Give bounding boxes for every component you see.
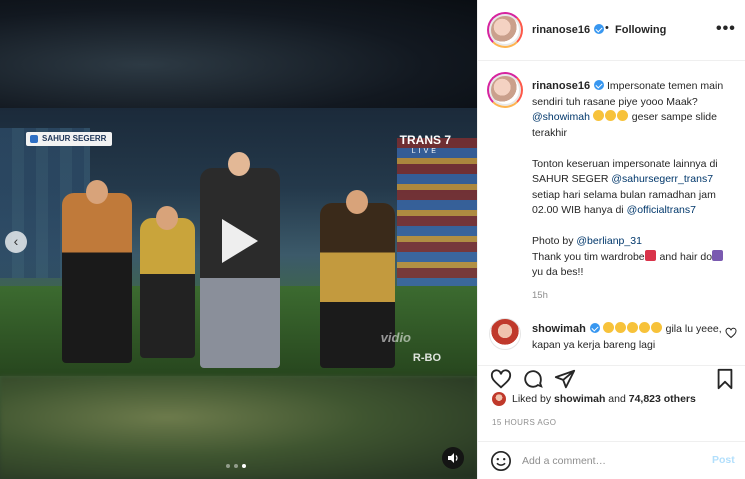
mention-link[interactable]: @sahursegerr_trans7 — [611, 173, 713, 185]
comments-section[interactable]: rinanose16 Impersonate temen main sendir… — [478, 62, 745, 365]
chevron-left-icon[interactable]: ‹ — [5, 231, 27, 253]
add-comment-bar: Post — [478, 441, 745, 479]
mention-link[interactable]: @officialtrans7 — [627, 204, 696, 216]
like-comment-icon[interactable] — [725, 327, 737, 339]
channel-live-text: LIVE — [411, 148, 439, 155]
watermark-2: R-BO — [412, 352, 441, 364]
post-username-text[interactable]: rinanose16 — [532, 24, 590, 36]
rofl-emoji-icon — [626, 322, 638, 333]
caption-avatar[interactable] — [487, 72, 523, 108]
commenter-username[interactable]: showimah — [532, 323, 586, 335]
liker-username[interactable]: showimah — [554, 393, 605, 405]
singer-figure — [200, 168, 280, 368]
emoji-icon[interactable] — [490, 450, 512, 472]
carousel-dots — [226, 464, 246, 468]
post-username[interactable]: rinanose16 — [532, 24, 605, 36]
bookmark-icon[interactable] — [714, 368, 736, 390]
watermark: vidio — [380, 330, 411, 345]
verified-icon — [589, 323, 600, 333]
verified-icon — [594, 24, 605, 34]
post-button[interactable]: Post — [712, 454, 735, 466]
rofl-emoji-icon — [592, 110, 604, 121]
rofl-emoji-icon — [650, 322, 662, 333]
rofl-emoji-icon — [616, 110, 628, 121]
dancer-figure — [62, 193, 132, 363]
following-button[interactable]: Following — [615, 24, 666, 36]
dancer-head — [156, 206, 178, 230]
rofl-emoji-icon — [614, 322, 626, 333]
carousel-dot — [226, 464, 230, 468]
blurred-background-top — [0, 0, 477, 108]
rofl-emoji-icon — [638, 322, 650, 333]
post-caption: rinanose16 Impersonate temen main sendir… — [532, 79, 732, 296]
caption-age[interactable]: 15h — [532, 290, 548, 301]
rofl-emoji-icon — [604, 110, 616, 121]
dancer-head — [86, 180, 108, 204]
commenter-avatar[interactable] — [489, 318, 521, 350]
post-sidebar: rinanose16 • Following ••• rinanose16 Im… — [477, 0, 745, 479]
avatar[interactable] — [487, 12, 523, 48]
caption-username[interactable]: rinanose16 — [532, 80, 590, 92]
separator-dot: • — [605, 22, 609, 34]
channel-logo: TRANS 7 LIVE — [400, 134, 451, 158]
caption-paragraph: Photo by @berlianp_31 Thank you tim wardr… — [532, 234, 732, 281]
heart-icon[interactable] — [490, 368, 512, 390]
verified-icon — [594, 80, 605, 90]
liker-avatar[interactable] — [492, 392, 506, 406]
share-icon[interactable] — [554, 368, 576, 390]
singer-head — [228, 152, 250, 176]
caption-text: Thank you tim wardrobe — [532, 250, 645, 263]
comment-icon[interactable] — [522, 368, 544, 390]
caption-paragraph: rinanose16 Impersonate temen main sendir… — [532, 79, 732, 141]
dress-emoji-icon — [644, 249, 656, 261]
caption-text: yu da bes!! — [532, 266, 584, 278]
caption-text: Photo by — [532, 235, 577, 247]
likes-middle: and — [605, 393, 629, 405]
post-header: rinanose16 • Following ••• — [478, 0, 745, 61]
comment-text: showimah gila lu yeee, kapan ya kerja ba… — [532, 322, 722, 353]
likes-count[interactable]: 74,823 others — [629, 393, 696, 405]
dancer-head — [346, 190, 368, 214]
carousel-dot-active — [242, 464, 246, 468]
rofl-emoji-icon — [602, 322, 614, 333]
play-icon[interactable] — [212, 215, 264, 267]
show-badge: SAHUR SEGERR — [26, 132, 113, 146]
action-bar — [478, 365, 745, 390]
comment-input[interactable] — [522, 453, 702, 469]
likes-prefix: Liked by — [512, 393, 555, 405]
post-timestamp[interactable]: 15 HOURS AGO — [492, 418, 556, 427]
more-options-icon[interactable]: ••• — [716, 20, 736, 38]
dancer-figure — [140, 218, 195, 358]
mention-link[interactable]: @berlianp_31 — [576, 235, 642, 247]
carousel-dot — [234, 464, 238, 468]
channel-logo-text: TRANS 7 — [399, 133, 451, 147]
caption-text: and hair do — [656, 250, 713, 263]
haircut-emoji-icon — [712, 249, 724, 261]
mention-link[interactable]: @showimah — [532, 111, 590, 123]
likes-summary: Liked by showimah and 74,823 others — [492, 392, 696, 406]
post-media[interactable]: SAHUR SEGERR TRANS 7 LIVE vidio R-BO ‹ — [0, 0, 477, 479]
speaker-icon[interactable] — [442, 447, 464, 469]
likes-text: Liked by showimah and 74,823 others — [512, 393, 696, 405]
caption-paragraph: Tonton keseruan impersonate lainnya di S… — [532, 157, 732, 219]
